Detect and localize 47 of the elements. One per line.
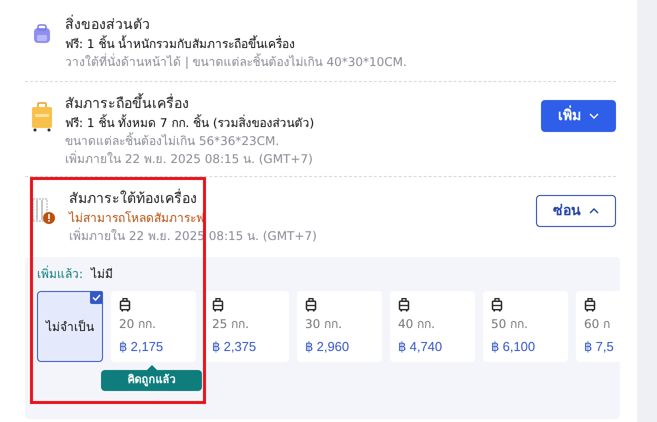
free-allowance: ฟรี: 1 ชิ้น น้ำหนักรวมกับสัมภาระถือขึ้นเครื่อง: [65, 35, 296, 53]
weight-text: 60 ก: [584, 316, 610, 333]
tooltip: คิดถูกแล้ว: [101, 370, 202, 390]
suitcase-icon: [584, 298, 596, 312]
option-card[interactable]: 60 ก ฿ 7,5: [576, 291, 620, 362]
add-button[interactable]: เพิ่ม: [541, 100, 616, 132]
weight-text: 20 กก.: [119, 316, 156, 333]
hide-button[interactable]: ซ่อน: [536, 195, 616, 227]
weight-text: 50 กก.: [491, 316, 528, 333]
free-allowance: ฟรี: 1 ชิ้น ทั้งหมด 7 กก. ชิ้น (รวมสิ่งของส่วนตัว): [65, 114, 316, 132]
option-card[interactable]: 50 กก. ฿ 6,100: [483, 291, 568, 362]
note-text: เพิ่มภายใน 22 พ.ย. 2025 08:15 น. (GMT+7): [65, 150, 314, 168]
suitcase-icon: [31, 102, 53, 132]
note-text: วางใต้ที่นั่งด้านหน้าได้ | ขนาดแต่ละชิ้นต้องไม่เกิน 40*30*10CM.: [65, 53, 408, 71]
option-card[interactable]: ไม่จำเป็น: [37, 291, 103, 362]
section-title: สิ่งของส่วนตัว: [65, 15, 616, 35]
suitcase-icon: [119, 298, 131, 312]
price-text: ฿ 2,375: [212, 338, 256, 356]
price-text: ฿ 2,175: [119, 338, 164, 356]
section-title: สัมภาระใต้ท้องเครื่อง: [69, 189, 524, 209]
option-card[interactable]: 20 กก. ฿ 2,175: [111, 291, 196, 362]
chevron-up-icon: [589, 208, 599, 214]
warning-text: ไม่สามารถโหลดสัมภาระฟ: [69, 210, 205, 227]
luggage-warning-icon: [31, 197, 57, 225]
weight-text: 25 กก.: [212, 316, 249, 333]
section-title: สัมภาระถือขึ้นเครื่อง: [65, 94, 529, 114]
added-value: ไม่มี: [91, 266, 114, 283]
option-card[interactable]: 25 กก. ฿ 2,375: [204, 291, 289, 362]
note-text: เพิ่มภายใน 22 พ.ย. 2025 08:15 น. (GMT+7): [69, 227, 318, 245]
weight-text: 40 กก.: [398, 316, 435, 333]
check-icon: [90, 291, 103, 304]
price-text: ฿ 6,100: [491, 338, 536, 356]
note-text: ขนาดแต่ละชิ้นต้องไม่เกิน 56*36*23CM.: [65, 132, 280, 150]
suitcase-icon: [491, 298, 503, 312]
suitcase-icon: [305, 298, 317, 312]
price-text: ฿ 4,740: [398, 338, 442, 356]
suitcase-icon: [212, 298, 224, 312]
option-card[interactable]: 40 กก. ฿ 4,740: [390, 291, 475, 362]
backpack-icon: [31, 23, 53, 45]
added-label: เพิ่มแล้ว:: [37, 265, 84, 283]
tooltip-arrow-icon: [146, 365, 156, 370]
option-card[interactable]: 30 กก. ฿ 2,960: [297, 291, 382, 362]
price-text: ฿ 7,5: [584, 338, 614, 356]
weight-text: 30 กก.: [305, 316, 342, 333]
price-text: ฿ 2,960: [305, 338, 350, 356]
chevron-down-icon: [589, 113, 599, 119]
suitcase-icon: [398, 298, 410, 312]
